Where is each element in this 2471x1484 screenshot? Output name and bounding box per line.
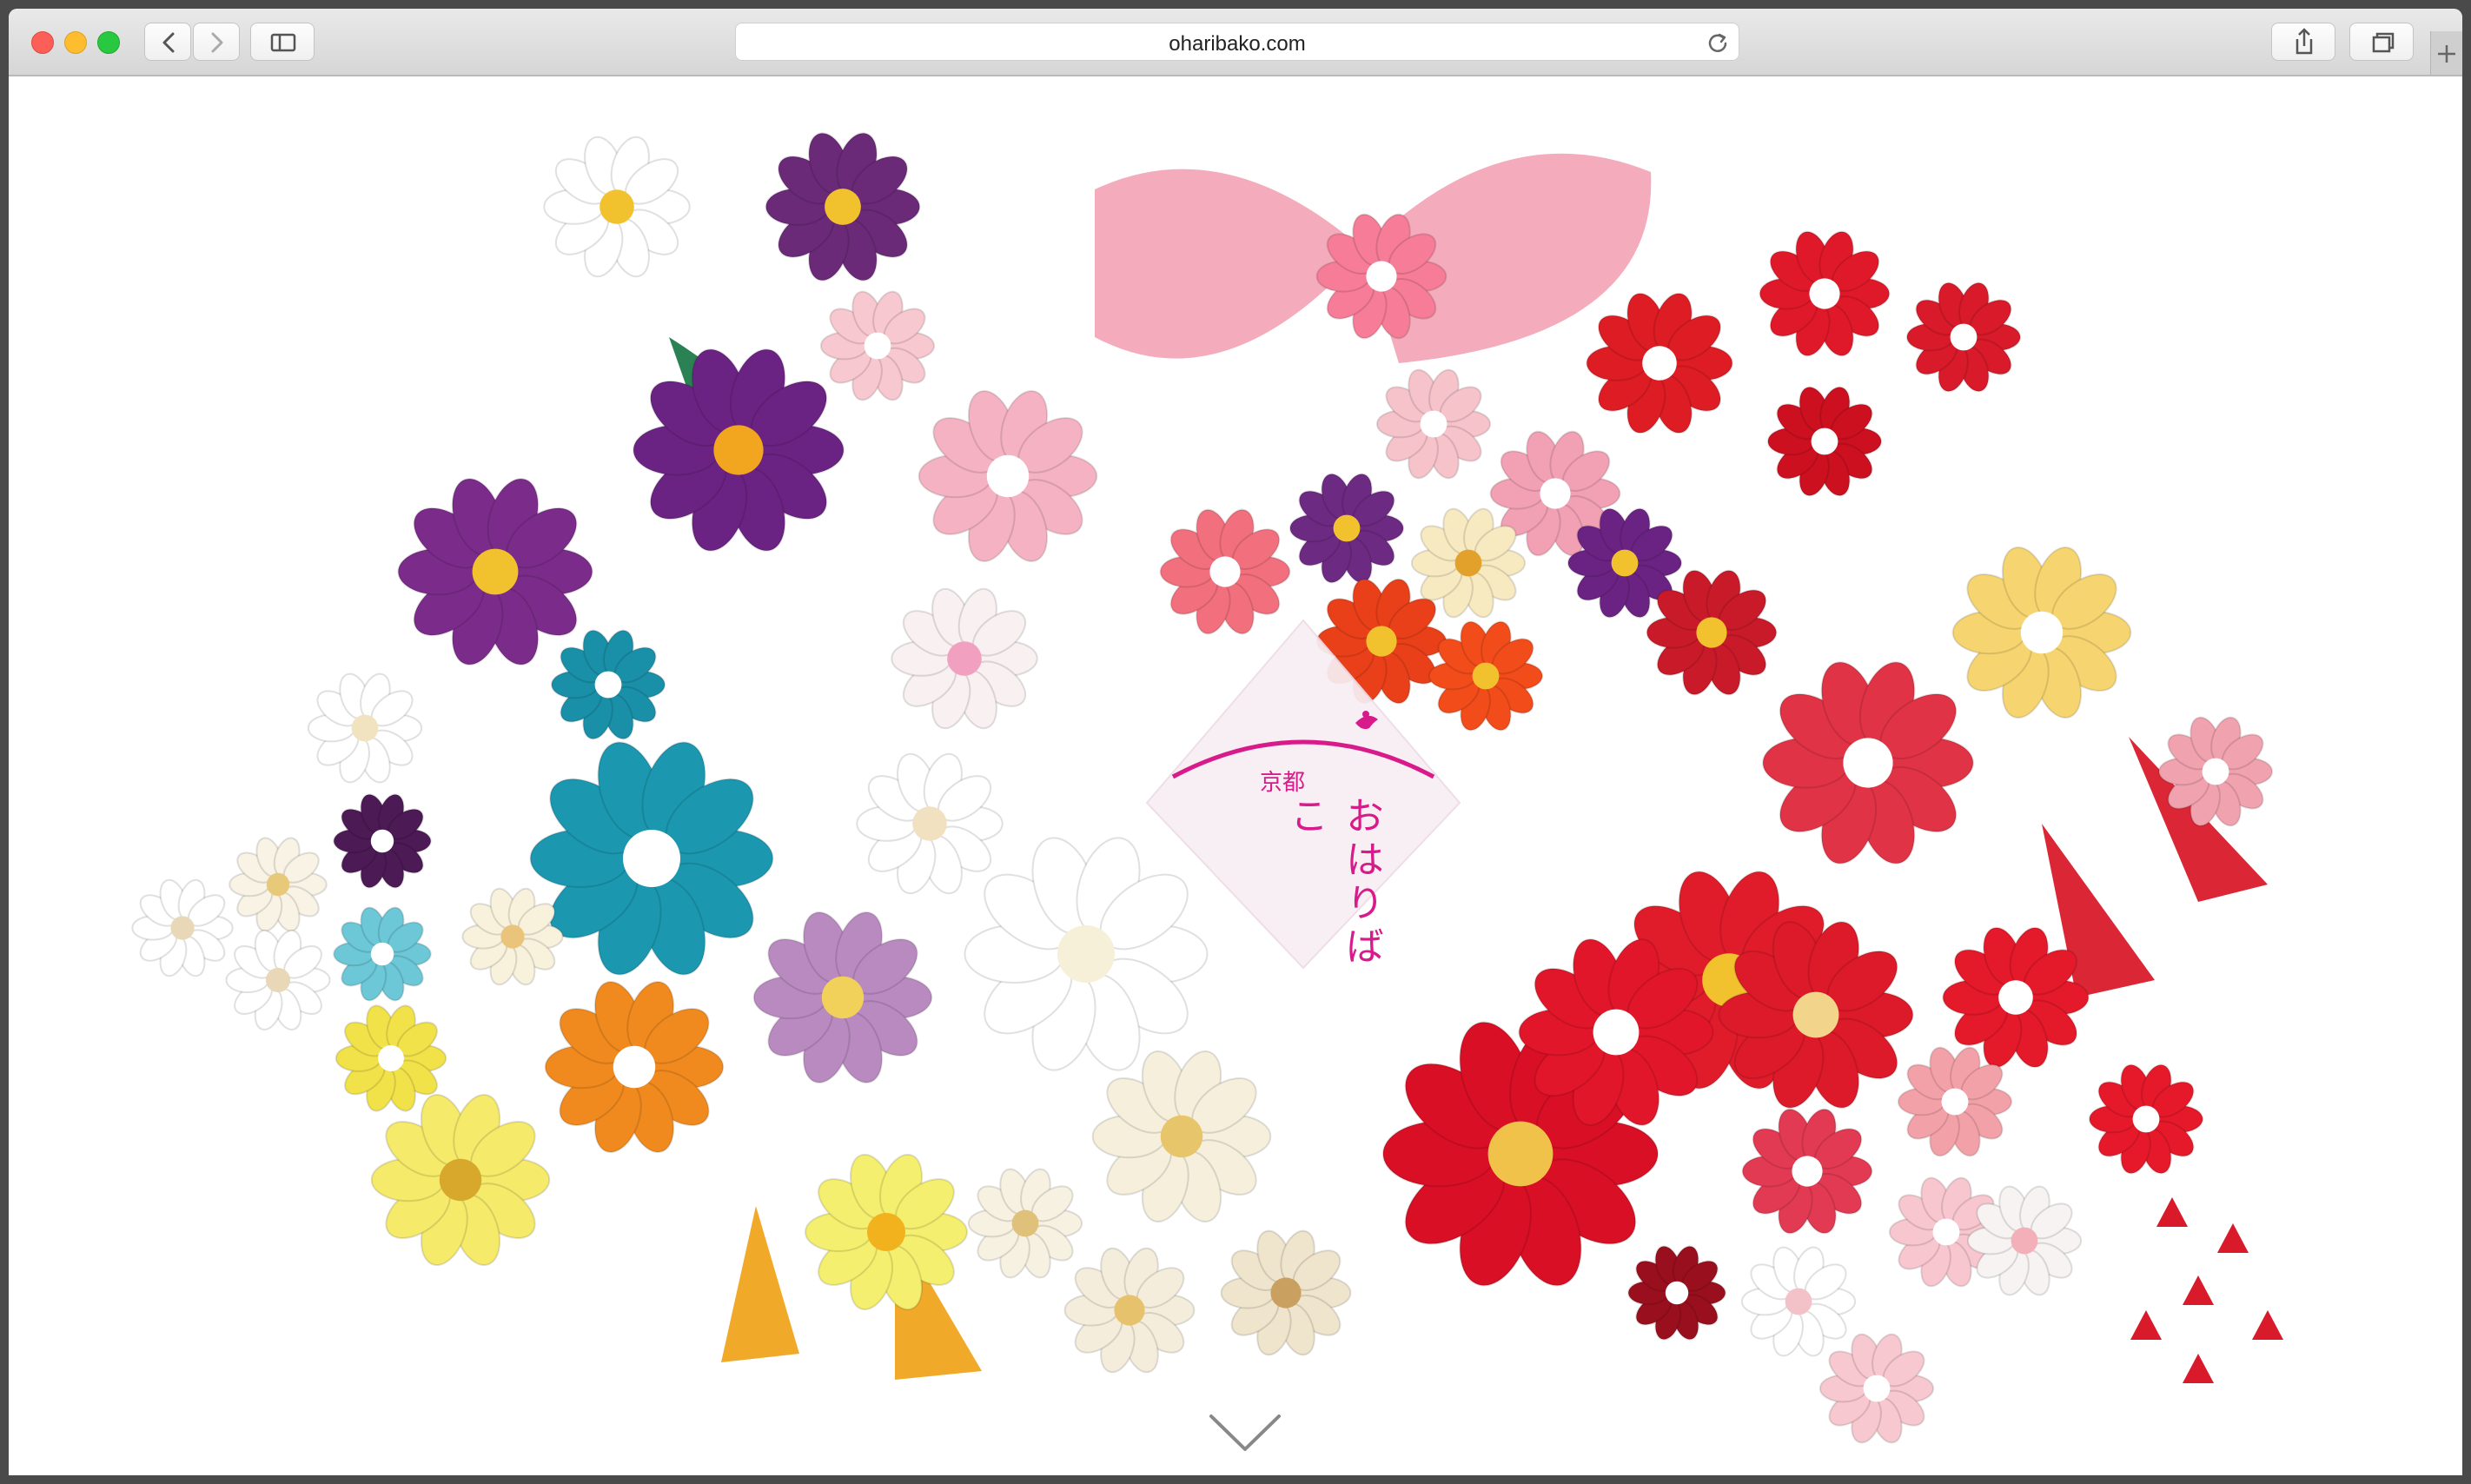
- share-button[interactable]: [2271, 23, 2335, 61]
- forward-button[interactable]: [193, 23, 240, 61]
- page-content: 京都 おはりばこ: [9, 76, 2462, 1475]
- tabs-button[interactable]: [2349, 23, 2414, 61]
- close-window-button[interactable]: [31, 31, 54, 54]
- minimize-window-button[interactable]: [64, 31, 87, 54]
- chevron-left-icon: [162, 32, 175, 53]
- address-bar[interactable]: oharibako.com: [735, 23, 1739, 61]
- sidebar-button[interactable]: [250, 23, 315, 61]
- logo-city-text: 京都: [1260, 770, 1306, 796]
- chevron-down-icon: [1209, 1414, 1281, 1451]
- tabs-icon: [2372, 32, 2395, 53]
- logo-name-text: おはりばこ: [1283, 796, 1383, 970]
- browser-window: oharibako.com 京都 おはりばこ: [9, 9, 2462, 1475]
- share-icon: [2295, 28, 2313, 55]
- scroll-down-button[interactable]: [1206, 1411, 1284, 1459]
- chevron-right-icon: [211, 32, 223, 53]
- plus-icon: [2438, 45, 2455, 63]
- url-text: oharibako.com: [1169, 32, 1306, 56]
- browser-toolbar: oharibako.com: [9, 9, 2462, 76]
- site-logo[interactable]: 京都 おはりばこ: [1138, 612, 1468, 977]
- new-tab-button[interactable]: [2430, 31, 2462, 75]
- sidebar-icon: [270, 33, 296, 52]
- reload-icon[interactable]: [1706, 30, 1730, 55]
- back-button[interactable]: [144, 23, 191, 61]
- zoom-window-button[interactable]: [97, 31, 120, 54]
